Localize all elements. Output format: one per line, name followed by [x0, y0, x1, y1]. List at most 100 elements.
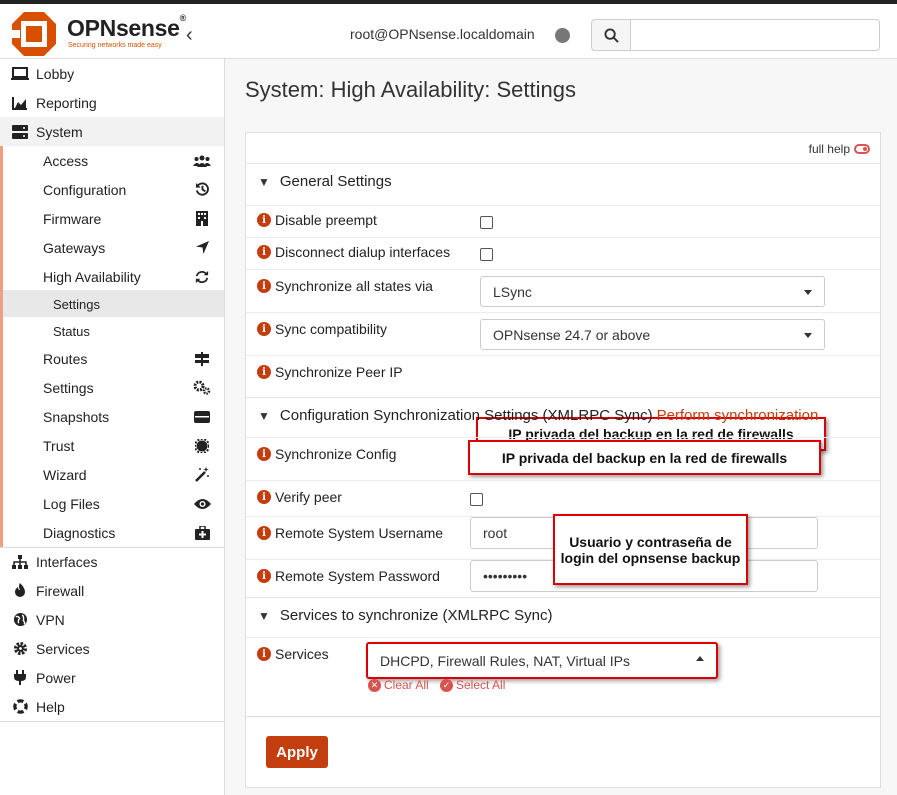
label-text: Remote System Password [275, 568, 440, 584]
row-verify-peer: i Verify peer [246, 480, 880, 516]
label-text: Synchronize all states via [275, 278, 433, 294]
sidebar-item-diagnostics[interactable]: Diagnostics [0, 518, 224, 547]
sidebar-item-high-availability[interactable]: High Availability [0, 262, 224, 291]
search-icon [603, 27, 619, 43]
label-text: Remote System Username [275, 525, 444, 541]
info-icon[interactable]: i [257, 245, 271, 259]
section-general-settings[interactable]: ▼ General Settings [246, 163, 880, 199]
select-all-label: Select All [456, 678, 506, 692]
search-button[interactable] [591, 19, 631, 51]
sidebar-item-snapshots[interactable]: Snapshots [0, 402, 224, 431]
collapse-sidebar-icon[interactable]: ‹ [186, 24, 193, 47]
full-help-toggle[interactable]: full help [809, 142, 870, 156]
magic-icon [192, 467, 212, 482]
sidebar-item-services[interactable]: Services [0, 634, 224, 663]
sidebar-item-routes[interactable]: Routes [0, 344, 224, 373]
info-icon[interactable]: i [257, 569, 271, 583]
perform-sync-link[interactable]: Perform synchronization [657, 407, 819, 424]
sidebar-item-access[interactable]: Access [0, 146, 224, 175]
info-icon[interactable]: i [257, 447, 271, 461]
page-title: System: High Availability: Settings [245, 77, 576, 102]
user-name[interactable]: root@OPNsense.localdomain [350, 26, 535, 42]
plug-icon [10, 670, 30, 685]
sidebar-item-help[interactable]: Help [0, 692, 224, 721]
info-icon[interactable]: i [257, 490, 271, 504]
server-icon [10, 124, 30, 139]
field-label: i Sync compatibility [257, 321, 387, 337]
select-all-button[interactable]: ✓ Select All [440, 678, 505, 692]
sidebar-item-firmware[interactable]: Firmware [0, 204, 224, 233]
eye-icon [192, 498, 212, 510]
sidebar-item-firewall[interactable]: Firewall [0, 576, 224, 605]
services-multiselect[interactable]: DHCPD, Firewall Rules, NAT, Virtual IPs [366, 642, 718, 679]
sidebar-item-configuration[interactable]: Configuration [0, 175, 224, 204]
opnsense-logo[interactable] [10, 10, 58, 58]
sidebar-item-label: Snapshots [43, 408, 110, 425]
status-indicator-icon[interactable] [555, 28, 570, 43]
label-text: Verify peer [275, 489, 342, 505]
chevron-down-icon: ▼ [258, 608, 270, 623]
label-text: Services [275, 646, 329, 662]
disable-preempt-checkbox[interactable] [480, 216, 493, 229]
disconnect-dialup-checkbox[interactable] [480, 248, 493, 261]
check-circle-icon: ✓ [440, 678, 453, 692]
sidebar-item-ha-settings[interactable]: Settings [0, 290, 224, 319]
sidebar-item-ha-status[interactable]: Status [0, 317, 224, 346]
info-icon[interactable]: i [257, 647, 271, 661]
apply-button[interactable]: Apply [266, 736, 328, 768]
times-circle-icon: ✕ [368, 678, 381, 692]
verify-peer-checkbox[interactable] [470, 493, 483, 506]
search-input[interactable] [630, 19, 880, 51]
toggle-off-icon [854, 144, 870, 154]
sidebar-item-label: Wizard [43, 466, 87, 483]
chevron-down-icon: ▼ [258, 408, 270, 423]
sidebar-item-system[interactable]: System [0, 117, 224, 146]
medkit-icon [192, 525, 212, 540]
section-title: Configuration Synchronization Settings (… [279, 407, 653, 424]
users-icon [192, 155, 212, 167]
sidebar-item-settings[interactable]: Settings [0, 373, 224, 402]
section-config-sync[interactable]: ▼ Configuration Synchronization Settings… [246, 397, 880, 433]
caret-down-icon [804, 290, 812, 295]
info-icon[interactable]: i [257, 322, 271, 336]
label-text: Sync compatibility [275, 321, 388, 337]
cog-icon [10, 641, 30, 656]
info-icon[interactable]: i [257, 279, 271, 293]
sidebar-item-label: Status [53, 324, 90, 339]
sidebar-item-gateways[interactable]: Gateways [0, 233, 224, 262]
sidebar-item-label: Lobby [36, 65, 75, 82]
clear-all-button[interactable]: ✕ Clear All [368, 678, 429, 692]
sync-compat-select[interactable]: OPNsense 24.7 or above [480, 319, 825, 350]
sidebar-item-reporting[interactable]: Reporting [0, 88, 224, 117]
certificate-icon [192, 438, 212, 453]
sidebar-item-label: Reporting [36, 94, 97, 111]
input-value: root [483, 525, 508, 541]
info-icon[interactable]: i [257, 213, 271, 227]
main-content: System: High Availability: Settings full… [225, 59, 897, 795]
sidebar-item-label: Interfaces [36, 554, 98, 570]
field-label: i Synchronize Config [257, 446, 396, 462]
field-label: i Remote System Username [257, 525, 443, 541]
settings-panel: full help ▼ General Settings i Disable pr… [245, 132, 881, 758]
sidebar-item-power[interactable]: Power [0, 663, 224, 692]
sidebar-item-lobby[interactable]: Lobby [0, 59, 224, 88]
sidebar-item-vpn[interactable]: VPN [0, 605, 224, 634]
sidebar-item-label: Power [36, 669, 76, 686]
sidebar-item-label: Settings [43, 379, 94, 396]
annotation-credentials: Usuario y contraseña de login del opnsen… [553, 514, 748, 585]
sidebar-item-interfaces[interactable]: Interfaces [0, 547, 224, 576]
sidebar-item-log-files[interactable]: Log Files [0, 489, 224, 518]
info-icon[interactable]: i [257, 526, 271, 540]
info-icon[interactable]: i [257, 365, 271, 379]
sidebar-item-wizard[interactable]: Wizard [0, 460, 224, 489]
sidebar-item-trust[interactable]: Trust [0, 431, 224, 460]
sync-states-select[interactable]: LSync [480, 276, 825, 307]
refresh-icon [192, 270, 212, 284]
caret-up-icon [696, 656, 704, 661]
section-services-sync[interactable]: ▼ Services to synchronize (XMLRPC Sync) [246, 597, 880, 633]
sidebar-item-label: System [36, 123, 83, 140]
cogs-icon [192, 380, 212, 395]
row-sync-states-via: i Synchronize all states via LSync [246, 269, 880, 312]
sidebar-item-label: High Availability [43, 268, 141, 285]
building-icon [192, 211, 212, 226]
